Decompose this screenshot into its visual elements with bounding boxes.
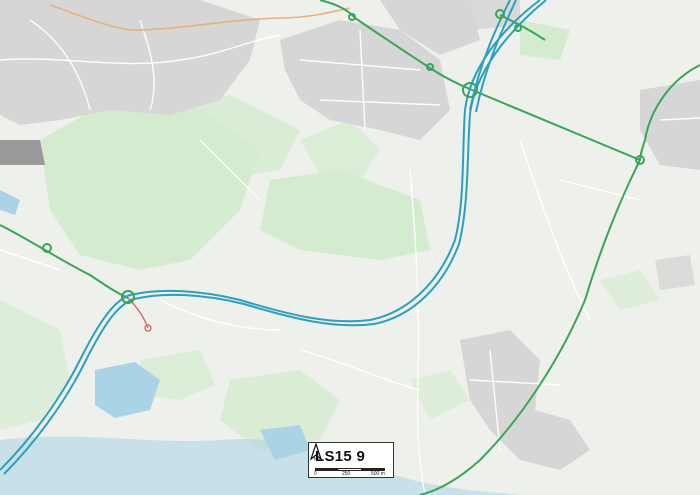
scale-tick-0: 0	[314, 471, 317, 477]
map-legend: LS15 9 N 0 250 500 m	[308, 442, 394, 478]
north-label: N	[314, 457, 318, 462]
map-view[interactable]: LS15 9 N 0 250 500 m	[0, 0, 700, 495]
scale-tick-2: 500 m	[371, 471, 385, 477]
scale-tick-1: 250	[342, 471, 351, 477]
map-canvas[interactable]	[0, 0, 700, 495]
north-arrow-icon: N	[309, 443, 323, 461]
